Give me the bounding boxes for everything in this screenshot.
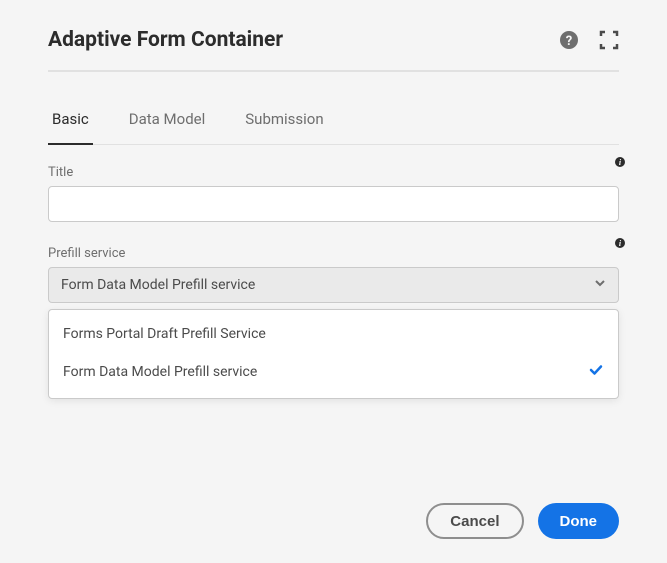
dialog-footer: Cancel Done — [426, 503, 619, 539]
prefill-option-forms-portal[interactable]: Forms Portal Draft Prefill Service — [49, 316, 618, 352]
prefill-select[interactable]: Form Data Model Prefill service — [48, 267, 619, 303]
field-prefill: i Prefill service Form Data Model Prefil… — [48, 240, 619, 399]
done-button[interactable]: Done — [538, 503, 620, 539]
chevron-down-icon — [594, 277, 606, 293]
tab-panel-basic: i Title i Prefill service Form Data Mode… — [48, 159, 619, 399]
cancel-button[interactable]: Cancel — [426, 503, 523, 539]
tab-basic[interactable]: Basic — [48, 102, 93, 144]
info-icon[interactable]: i — [615, 238, 625, 248]
prefill-option-form-data-model[interactable]: Form Data Model Prefill service — [49, 352, 618, 392]
dialog-container: Adaptive Form Container ? Basic Data Mod… — [0, 0, 667, 435]
dialog-title: Adaptive Form Container — [48, 28, 283, 52]
dropdown-option-label: Form Data Model Prefill service — [63, 364, 257, 380]
checkmark-icon — [588, 362, 604, 382]
field-title: i Title — [48, 159, 619, 222]
dialog-header: Adaptive Form Container ? — [48, 28, 619, 72]
title-input[interactable] — [48, 186, 619, 222]
info-icon[interactable]: i — [615, 157, 625, 167]
header-icons: ? — [559, 30, 619, 50]
tab-submission[interactable]: Submission — [241, 102, 327, 144]
fullscreen-icon[interactable] — [599, 30, 619, 50]
help-icon[interactable]: ? — [559, 30, 579, 50]
title-label: Title — [48, 159, 619, 180]
tabs: Basic Data Model Submission — [48, 102, 619, 145]
prefill-dropdown: Forms Portal Draft Prefill Service Form … — [48, 309, 619, 399]
prefill-label: Prefill service — [48, 240, 619, 261]
tab-data-model[interactable]: Data Model — [125, 102, 210, 144]
dropdown-option-label: Forms Portal Draft Prefill Service — [63, 326, 266, 342]
svg-text:?: ? — [566, 34, 572, 49]
prefill-select-value: Form Data Model Prefill service — [61, 277, 255, 293]
